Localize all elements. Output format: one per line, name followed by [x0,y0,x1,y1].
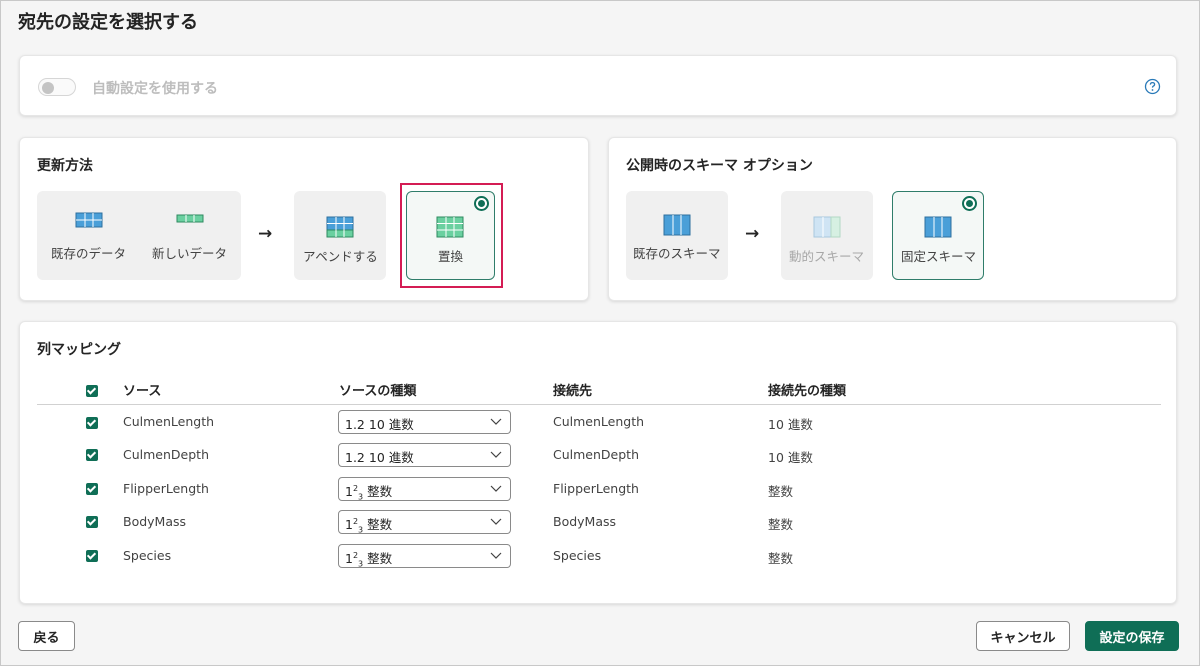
fixed-schema-selected-radio [962,196,977,211]
type-prefix: 123 [345,483,364,502]
chevron-down-icon [490,485,502,492]
chevron-down-icon [490,518,502,525]
dest-column-name: Species [553,548,602,563]
existing-schema-label: 既存のスキーマ [633,246,721,261]
row-checkbox[interactable] [86,417,98,429]
schema-options-card: 公開時のスキーマ オプション 既存のスキーマ → 動的スキーマ 固定スキーマ [608,137,1177,301]
type-label: 10 進数 [368,417,414,432]
source-column-name: CulmenDepth [123,447,209,462]
type-label: 整数 [367,484,393,499]
header-divider [37,404,1161,405]
dialog: 宛先の設定を選択する 自動設定を使用する 更新方法 既存のデータ 新しいデータ [0,0,1200,666]
source-type-dropdown[interactable]: 1.2 10 進数 [338,443,511,467]
dest-column-name: FlipperLength [553,481,639,496]
column-mapping-card: 列マッピング ソース ソースの種類 接続先 接続先の種類 CulmenLengt… [19,321,1177,604]
schema-columns-icon [663,214,691,236]
source-type-dropdown[interactable]: 123 整数 [338,510,511,535]
new-data-label: 新しいデータ [152,246,228,261]
source-column-name: Species [123,548,172,563]
header-source-type: ソースの種類 [339,384,417,399]
row-checkbox[interactable] [86,449,98,461]
source-column-name: CulmenLength [123,414,215,429]
append-table-icon [326,216,354,238]
dest-column-type: 10 進数 [768,417,813,432]
append-label: アペンドする [303,249,378,264]
dest-column-type: 整数 [768,484,794,499]
type-prefix: 123 [345,550,364,569]
dest-column-name: BodyMass [553,514,617,529]
row-checkbox[interactable] [86,550,98,562]
auto-setting-card: 自動設定を使用する [19,55,1177,116]
chevron-down-icon [490,552,502,559]
toggle-knob [42,82,54,94]
fixed-schema-label: 固定スキーマ [901,249,977,264]
dest-column-name: CulmenDepth [553,447,639,462]
header-dest: 接続先 [553,384,593,399]
update-method-card: 更新方法 既存のデータ 新しいデータ → アペンドする 置換 [19,137,589,301]
source-type-dropdown[interactable]: 123 整数 [338,477,511,502]
table-row-icon [176,214,204,223]
dest-column-type: 10 進数 [768,450,813,465]
type-prefix: 1.2 [345,417,365,432]
dest-column-type: 整数 [768,551,794,566]
type-label: 整数 [367,551,393,566]
header-dest-type: 接続先の種類 [768,384,847,399]
dynamic-schema-label: 動的スキーマ [789,249,865,264]
select-all-checkbox[interactable] [86,385,98,397]
source-column-name: BodyMass [123,514,187,529]
type-prefix: 1.2 [345,450,365,465]
dest-column-type: 整数 [768,517,794,532]
auto-setting-toggle[interactable] [38,78,76,96]
chevron-down-icon [490,418,502,425]
source-column-name: FlipperLength [123,481,209,496]
page-title: 宛先の設定を選択する [18,12,198,33]
table-grid-icon [75,212,103,228]
schema-arrow: → [745,224,760,244]
row-checkbox[interactable] [86,483,98,495]
update-arrow: → [258,224,273,244]
row-checkbox[interactable] [86,516,98,528]
help-icon[interactable] [1144,78,1161,95]
dynamic-schema-icon [813,216,841,238]
update-method-title: 更新方法 [37,158,93,174]
source-type-dropdown[interactable]: 123 整数 [338,544,511,569]
cancel-button[interactable]: キャンセル [976,621,1070,651]
auto-setting-label: 自動設定を使用する [92,81,218,97]
type-label: 整数 [367,517,393,532]
type-label: 10 進数 [368,450,414,465]
dest-column-name: CulmenLength [553,414,645,429]
replace-highlight-box [400,183,503,288]
back-button[interactable]: 戻る [18,621,75,651]
type-prefix: 123 [345,516,364,535]
column-mapping-title: 列マッピング [37,342,121,358]
existing-new-data-tile [37,191,241,280]
existing-data-label: 既存のデータ [51,246,127,261]
save-settings-button[interactable]: 設定の保存 [1085,621,1179,651]
schema-options-title: 公開時のスキーマ オプション [626,158,813,174]
header-source: ソース [123,384,162,399]
source-type-dropdown[interactable]: 1.2 10 進数 [338,410,511,434]
chevron-down-icon [490,451,502,458]
fixed-schema-icon [924,216,952,238]
